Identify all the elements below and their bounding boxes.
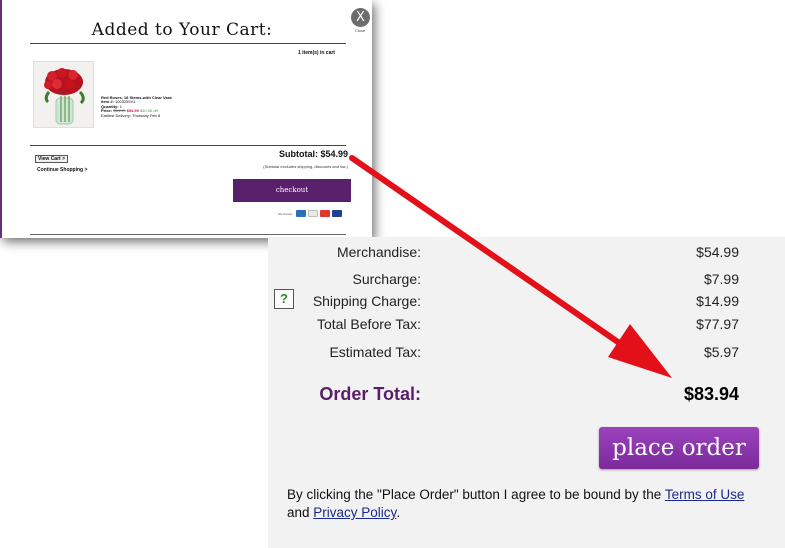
- red-arrow-icon: [349, 155, 672, 378]
